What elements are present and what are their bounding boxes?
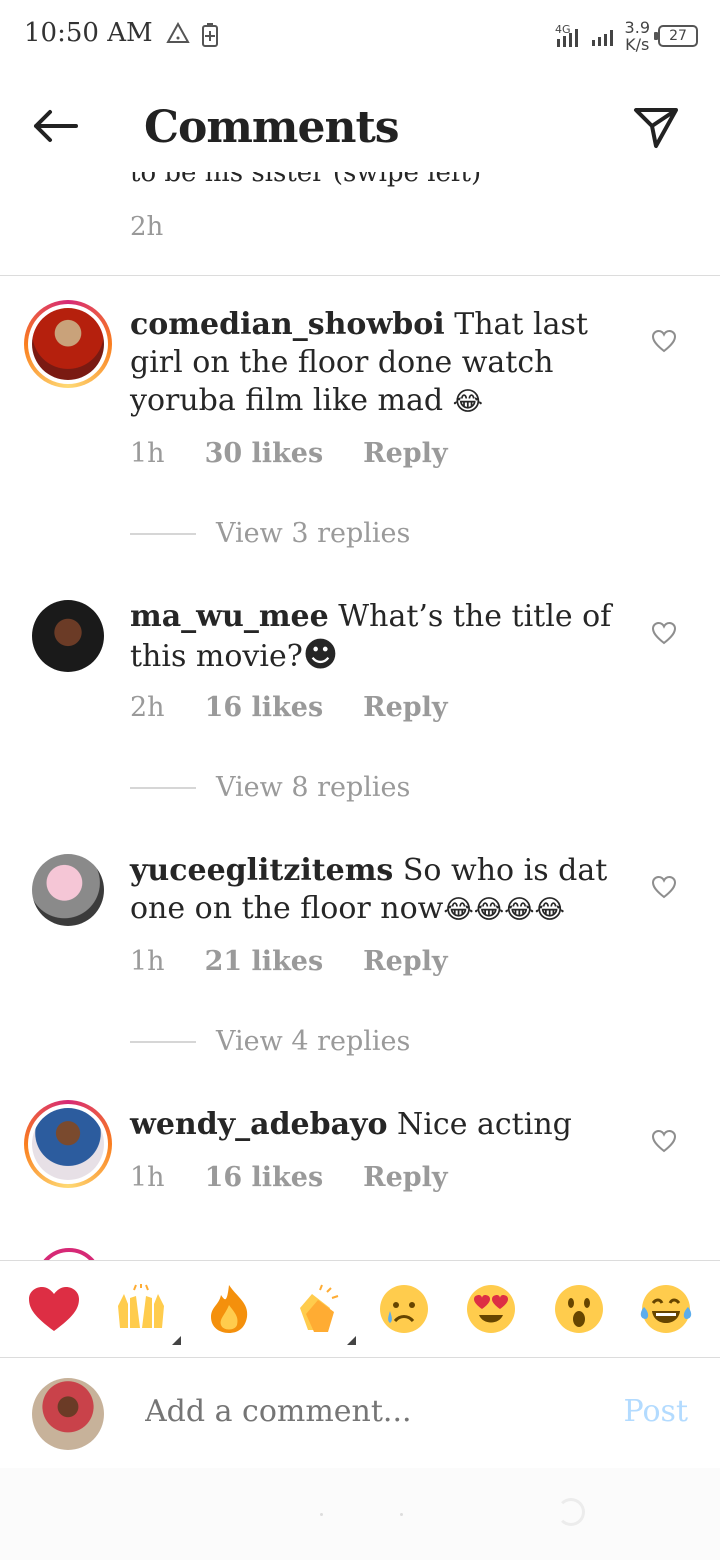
view-replies-label: View 4 replies bbox=[216, 1026, 411, 1057]
comment-emoji: ☻ bbox=[302, 635, 339, 675]
battery-saver-icon bbox=[202, 23, 218, 47]
view-replies-button[interactable]: View 3 replies bbox=[130, 518, 410, 549]
comment-text: Nice acting bbox=[397, 1107, 572, 1142]
reply-button[interactable]: Reply bbox=[363, 946, 447, 977]
battery-level: 27 bbox=[669, 28, 687, 44]
comment-username[interactable]: wendy_adebayo bbox=[130, 1107, 388, 1142]
quick-reactions-bar bbox=[0, 1260, 720, 1358]
comment-meta: 1h 16 likes Reply bbox=[130, 1162, 448, 1193]
status-bar: 10:50 AM 4G 3.9 K/s 27 bbox=[0, 0, 720, 72]
signal-4g-icon: 4G bbox=[555, 23, 578, 47]
comment-body: comedian_showboi That last girl on the f… bbox=[130, 306, 630, 421]
speed-unit: K/s bbox=[625, 35, 650, 54]
comment-likes[interactable]: 21 likes bbox=[205, 946, 324, 977]
surprised-face-icon bbox=[554, 1285, 603, 1333]
comment-likes[interactable]: 30 likes bbox=[205, 438, 324, 469]
avatar[interactable] bbox=[24, 300, 112, 388]
nav-gesture-indicator bbox=[557, 1498, 585, 1526]
tears-of-joy-icon bbox=[641, 1285, 692, 1333]
avatar[interactable] bbox=[24, 1100, 112, 1188]
comment-emoji: 😂😂😂😂 bbox=[443, 895, 565, 925]
previous-comment-fragment: to be his sister (swipe left) bbox=[130, 172, 482, 188]
reply-button[interactable]: Reply bbox=[363, 1162, 447, 1193]
comment-time: 1h bbox=[130, 1162, 165, 1193]
raising-hands-icon bbox=[118, 1284, 165, 1328]
post-button[interactable]: Post bbox=[624, 1394, 688, 1429]
avatar[interactable] bbox=[32, 600, 104, 672]
network-speed: 3.9 K/s bbox=[625, 19, 650, 53]
status-right: 4G 3.9 K/s 27 bbox=[555, 14, 698, 58]
nav-dot bbox=[400, 1513, 403, 1516]
replies-line bbox=[130, 786, 196, 789]
comment-composer: Post bbox=[0, 1358, 720, 1468]
comment-likes[interactable]: 16 likes bbox=[205, 1162, 324, 1193]
like-heart-icon[interactable] bbox=[651, 329, 677, 353]
reaction-red-heart[interactable] bbox=[26, 1281, 82, 1337]
view-replies-label: View 3 replies bbox=[216, 518, 411, 549]
previous-comment-time: 2h bbox=[130, 212, 164, 242]
comments-header: Comments bbox=[0, 80, 720, 176]
comment-username[interactable]: yuceeglitzitems bbox=[130, 853, 393, 888]
replies-line bbox=[130, 1040, 196, 1043]
battery-indicator: 27 bbox=[654, 25, 698, 47]
warning-icon bbox=[166, 22, 190, 43]
more-variants-indicator bbox=[347, 1336, 357, 1345]
next-avatar-partial bbox=[36, 1248, 102, 1260]
paper-plane-icon[interactable] bbox=[632, 104, 680, 150]
comment-username[interactable]: comedian_showboi bbox=[130, 307, 445, 342]
arrow-left-icon[interactable] bbox=[30, 106, 82, 146]
comment-meta: 1h 30 likes Reply bbox=[130, 438, 448, 469]
replies-line bbox=[130, 532, 196, 535]
reaction-fire[interactable] bbox=[201, 1281, 257, 1337]
reply-button[interactable]: Reply bbox=[363, 692, 447, 723]
crying-face-icon bbox=[379, 1285, 428, 1333]
comment-username[interactable]: ma_wu_mee bbox=[130, 599, 329, 634]
reaction-raising-hands[interactable] bbox=[113, 1281, 182, 1345]
view-replies-button[interactable]: View 4 replies bbox=[130, 1026, 410, 1057]
avatar[interactable] bbox=[32, 854, 104, 926]
comment-meta: 1h 21 likes Reply bbox=[130, 946, 448, 977]
like-heart-icon[interactable] bbox=[651, 621, 677, 645]
comment-body: yuceeglitzitems So who is dat one on the… bbox=[130, 852, 630, 929]
avatar-image bbox=[32, 308, 104, 380]
view-replies-button[interactable]: View 8 replies bbox=[130, 772, 410, 803]
heart-eyes-icon bbox=[467, 1285, 516, 1333]
comment-time: 2h bbox=[130, 692, 165, 723]
current-user-avatar bbox=[32, 1378, 104, 1450]
signal-icon bbox=[591, 30, 613, 46]
reaction-heart-eyes[interactable] bbox=[463, 1281, 519, 1337]
like-heart-icon[interactable] bbox=[651, 875, 677, 899]
avatar-image bbox=[32, 1108, 104, 1180]
comment-input[interactable] bbox=[145, 1394, 565, 1429]
page-title: Comments bbox=[144, 102, 400, 153]
previous-comment-text: to be his sister (swipe left) bbox=[130, 172, 630, 194]
caption-divider bbox=[0, 275, 720, 276]
reaction-clapping-hands[interactable] bbox=[288, 1281, 357, 1345]
reaction-crying-face[interactable] bbox=[376, 1281, 432, 1337]
comment-body: wendy_adebayo Nice acting bbox=[130, 1106, 630, 1144]
reaction-tears-of-joy[interactable] bbox=[638, 1281, 694, 1337]
speed-value: 3.9 bbox=[624, 18, 650, 37]
reaction-surprised-face[interactable] bbox=[551, 1281, 607, 1337]
fire-icon bbox=[210, 1285, 247, 1333]
clapping-hands-icon bbox=[300, 1284, 339, 1332]
comment-body: ma_wu_mee What’s the title of this movie… bbox=[130, 598, 630, 676]
status-time: 10:50 AM bbox=[24, 18, 153, 48]
comment-likes[interactable]: 16 likes bbox=[205, 692, 324, 723]
comment-meta: 2h 16 likes Reply bbox=[130, 692, 448, 723]
comment-time: 1h bbox=[130, 946, 165, 977]
view-replies-label: View 8 replies bbox=[216, 772, 411, 803]
reply-button[interactable]: Reply bbox=[363, 438, 447, 469]
red-heart-icon bbox=[28, 1287, 79, 1331]
nav-dot bbox=[320, 1513, 323, 1516]
comment-emoji: 😂 bbox=[452, 387, 484, 417]
system-nav-bar bbox=[0, 1468, 720, 1560]
comment-time: 1h bbox=[130, 438, 165, 469]
svg-text:4G: 4G bbox=[555, 23, 571, 36]
like-heart-icon[interactable] bbox=[651, 1129, 677, 1153]
more-variants-indicator bbox=[172, 1336, 182, 1345]
